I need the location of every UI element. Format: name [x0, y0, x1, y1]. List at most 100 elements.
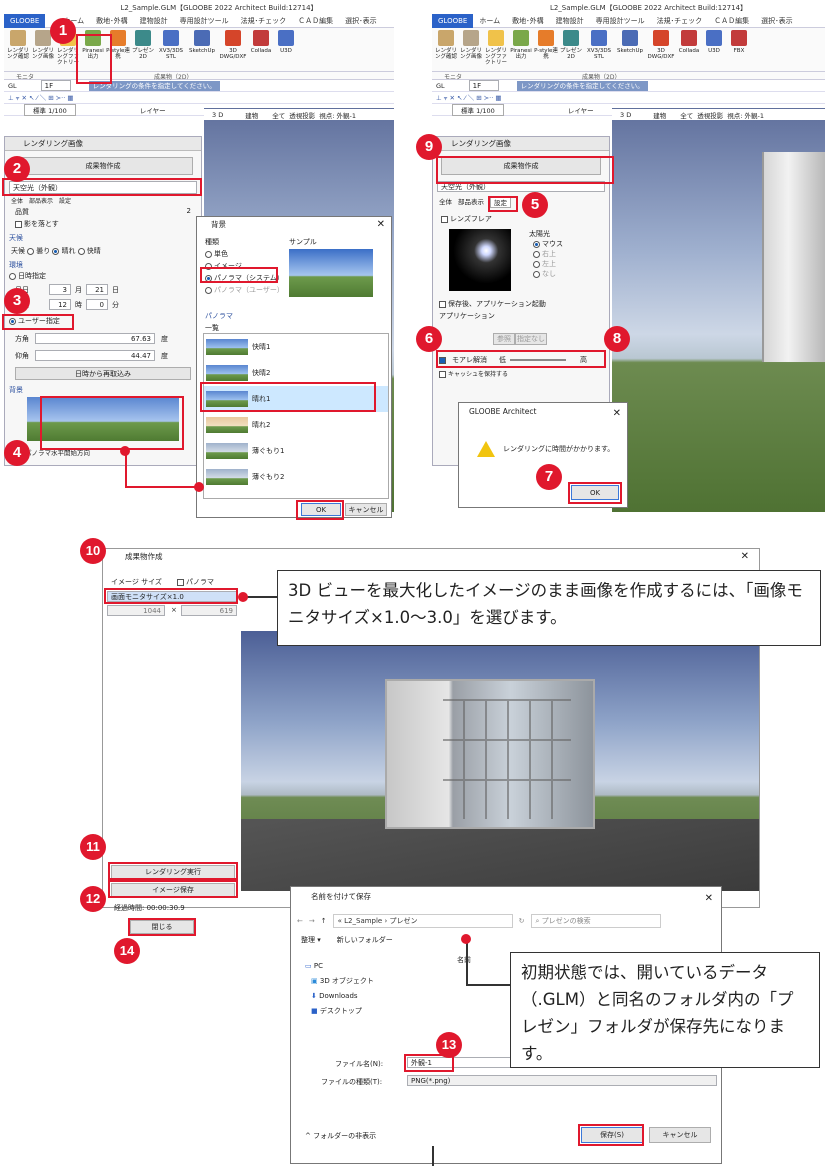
sun-option-none[interactable]: なし: [533, 269, 556, 279]
view-tab-viewpoint[interactable]: 視点: 外観-1: [319, 110, 356, 120]
unspecified-button[interactable]: 指定なし: [515, 333, 547, 345]
save-after-checkbox[interactable]: [439, 300, 446, 308]
direction-field[interactable]: 67.63: [35, 333, 155, 344]
render-image-button-r[interactable]: レンダリング画像: [459, 30, 483, 71]
list-item[interactable]: 薄ぐもり1: [204, 438, 388, 464]
sketchup-button-r[interactable]: SketchUp: [615, 30, 645, 71]
view-tab-perspective[interactable]: 透視投影: [289, 110, 315, 120]
view-tab-perspective-r[interactable]: 透視投影: [697, 110, 723, 120]
tab-building[interactable]: 建物設計: [134, 16, 174, 26]
close-icon[interactable]: ✕: [705, 889, 713, 909]
tree-item-pc[interactable]: ▭ PC: [305, 959, 374, 974]
radio-clear[interactable]: [77, 247, 85, 255]
panorama-check-row[interactable]: パノラマ: [177, 577, 214, 587]
back-icon[interactable]: ←: [297, 917, 303, 925]
gl-field-r[interactable]: GL: [436, 82, 445, 90]
subtab-all-r[interactable]: 全体: [439, 196, 452, 208]
lens-flare-checkbox[interactable]: [441, 215, 448, 223]
collada-button[interactable]: Collada: [249, 30, 273, 71]
u3d-button[interactable]: U3D: [274, 30, 298, 71]
sun-option-upper-right[interactable]: 右上: [533, 249, 556, 259]
list-item[interactable]: 快晴1: [204, 334, 388, 360]
new-folder-button[interactable]: 新しいフォルダー: [337, 935, 393, 945]
sketchup-button[interactable]: SketchUp: [187, 30, 217, 71]
subtab-parts-r[interactable]: 部品表示: [458, 196, 484, 208]
tab-law-r[interactable]: 法規･チェック: [651, 16, 709, 26]
day-field[interactable]: 21: [86, 284, 108, 295]
floor-field-r[interactable]: 1F: [468, 80, 499, 91]
radio-solid[interactable]: [205, 250, 212, 258]
tab-cad[interactable]: ＣＡＤ編集: [292, 16, 339, 26]
shadow-checkbox[interactable]: [15, 220, 22, 228]
xv3-button-r[interactable]: XV3/3DS STL: [584, 30, 614, 71]
radio-sun-ul[interactable]: [533, 260, 540, 268]
scale-select[interactable]: 標準 1/100: [24, 103, 76, 116]
close-icon[interactable]: ✕: [741, 549, 749, 565]
view-tab-all-r[interactable]: 全て: [680, 110, 693, 120]
radio-datetime[interactable]: [9, 272, 16, 280]
radio-sun-ur[interactable]: [533, 250, 540, 258]
bg-option-solid[interactable]: 単色: [205, 249, 228, 259]
dwg-button-r[interactable]: 3D DWG/DXF: [646, 30, 676, 71]
view-tab-all[interactable]: 全て: [272, 110, 285, 120]
tab-building-r[interactable]: 建物設計: [550, 16, 590, 26]
subtab-all[interactable]: 全体: [11, 196, 23, 205]
fbx-button-r[interactable]: FBX: [727, 30, 751, 71]
tab-gloobe-r[interactable]: GLOOBE: [432, 13, 474, 28]
tab-site[interactable]: 敷地･外構: [90, 16, 134, 26]
tree-item-desktop[interactable]: ■ デスクトップ: [305, 1004, 374, 1019]
breadcrumb[interactable]: « L2_Sample › プレゼン: [332, 914, 513, 928]
view-tab-viewpoint-r[interactable]: 視点: 外観-1: [727, 110, 764, 120]
xv3-button[interactable]: XV3/3DS STL: [156, 30, 186, 71]
organize-button[interactable]: 整理 ▾: [301, 935, 321, 945]
sun-option-mouse[interactable]: マウス: [533, 239, 563, 249]
tab-select-r[interactable]: 選択･表示: [755, 16, 799, 26]
radio-sun-mouse[interactable]: [533, 240, 540, 248]
lens-flare-row[interactable]: レンズフレア: [433, 212, 609, 226]
tree-item-3d[interactable]: ▣ 3D オブジェクト: [305, 974, 374, 989]
u3d-button-r[interactable]: U3D: [702, 30, 726, 71]
tab-select[interactable]: 選択･表示: [339, 16, 383, 26]
refresh-icon[interactable]: ↻: [519, 917, 525, 925]
keep-cache-checkbox[interactable]: [439, 371, 446, 378]
sun-option-upper-left[interactable]: 左上: [533, 259, 556, 269]
list-item[interactable]: 薄ぐもり2: [204, 464, 388, 490]
close-icon[interactable]: ✕: [613, 405, 621, 423]
browse-button[interactable]: 参照: [493, 333, 515, 345]
radio-sunny[interactable]: [52, 247, 60, 255]
radio-sun-none[interactable]: [533, 270, 540, 278]
piranesi-button-r[interactable]: Piranesi出力: [509, 30, 533, 71]
height-field[interactable]: 619: [181, 605, 237, 616]
gl-field[interactable]: GL: [8, 82, 17, 90]
hide-folders-toggle[interactable]: ^ フォルダーの非表示: [305, 1131, 376, 1141]
radio-pano-user[interactable]: [205, 286, 212, 294]
keep-cache-row[interactable]: キャッシュを保持する: [439, 369, 508, 378]
view-tab-building[interactable]: 建物: [235, 110, 268, 120]
hour-field[interactable]: 12: [49, 299, 71, 310]
collada-button-r[interactable]: Collada: [677, 30, 701, 71]
tab-cad-r[interactable]: ＣＡＤ編集: [708, 16, 755, 26]
up-icon[interactable]: ↑: [321, 917, 327, 925]
dwg-button[interactable]: 3D DWG/DXF: [218, 30, 248, 71]
filetype-select[interactable]: PNG(*.png): [407, 1075, 717, 1086]
close-icon[interactable]: ✕: [377, 217, 385, 233]
search-input[interactable]: ⌕ プレゼンの検索: [530, 914, 661, 928]
radio-cloudy[interactable]: [27, 247, 35, 255]
save-after-row[interactable]: 保存後、アプリケーション起動: [439, 299, 546, 309]
layer-button[interactable]: レイヤー: [140, 105, 166, 115]
view-tab-3d[interactable]: 3 D: [204, 111, 231, 119]
bg-cancel-button[interactable]: キャンセル: [345, 503, 387, 516]
render-factory-button-r[interactable]: レンダリングファクトリー: [484, 30, 508, 71]
subtab-parts[interactable]: 部品表示: [29, 196, 53, 205]
reload-datetime-button[interactable]: 日時から再取込み: [15, 367, 191, 380]
scale-select-r[interactable]: 標準 1/100: [452, 103, 504, 116]
view-tab-building-r[interactable]: 建物: [643, 110, 676, 120]
tree-item-downloads[interactable]: ⬇ Downloads: [305, 989, 374, 1004]
forward-icon[interactable]: →: [309, 917, 315, 925]
pstyle-button-r[interactable]: P-style連携: [534, 30, 558, 71]
render-check-button[interactable]: レンダリング確認: [6, 30, 30, 71]
datetime-row[interactable]: 日時指定: [5, 270, 201, 282]
tab-gloobe[interactable]: GLOOBE: [4, 13, 46, 28]
shadow-row[interactable]: 影を落とす: [5, 217, 201, 231]
create-output-button[interactable]: 成果物作成: [13, 157, 193, 175]
